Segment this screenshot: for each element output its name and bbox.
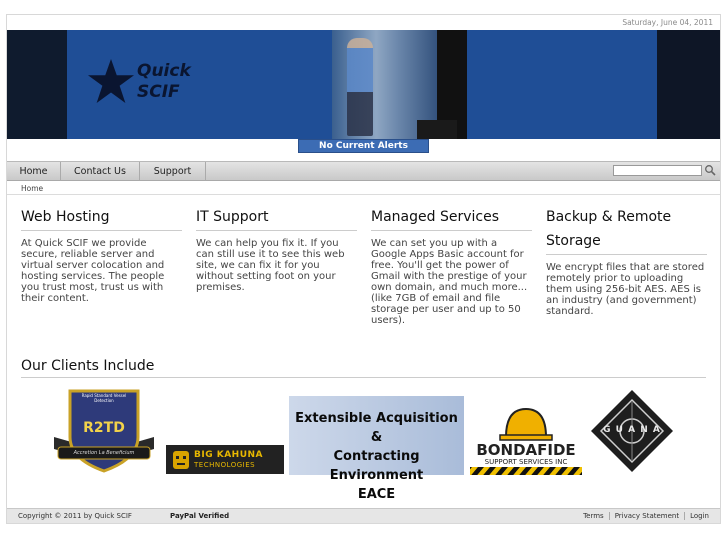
banner-cart <box>417 120 457 139</box>
section-web-hosting: Web Hosting At Quick SCIF we provide sec… <box>21 205 182 304</box>
breadcrumb-home[interactable]: Home <box>21 184 43 193</box>
section-it-support: IT Support We can help you fix it. If yo… <box>196 205 357 293</box>
kahuna-line2: TECHNOLOGIES <box>194 461 256 469</box>
kahuna-line1: BIG KAHUNA <box>194 450 264 460</box>
client-logo-big-kahuna[interactable]: BIG KAHUNA TECHNOLOGIES <box>166 445 284 474</box>
main-nav: Home Contact Us Support <box>7 161 720 181</box>
search-input[interactable] <box>613 165 702 176</box>
footer-link-privacy[interactable]: Privacy Statement <box>608 512 685 520</box>
client-logo-eace[interactable]: Extensible Acquisition & Contracting Env… <box>289 396 464 502</box>
current-date: Saturday, June 04, 2011 <box>622 18 713 27</box>
guana-letters: G U A N A <box>603 425 661 435</box>
section-managed-services: Managed Services We can set you up with … <box>371 205 532 326</box>
r2td-motto: Accretion La Beneficium <box>73 450 135 456</box>
copyright-text: Copyright © 2011 by Quick SCIF <box>18 512 132 520</box>
page-container: Saturday, June 04, 2011 Quick SCIF No Cu… <box>6 14 721 524</box>
site-footer: Copyright © 2011 by Quick SCIF PayPal Ve… <box>7 508 720 523</box>
banner-dark-right <box>657 30 720 139</box>
section-body: We encrypt files that are stored remotel… <box>546 262 705 317</box>
client-logo-r2td[interactable]: Rapid Standard Vessel Detection R2TD Acc… <box>52 387 156 475</box>
footer-link-terms[interactable]: Terms <box>578 512 609 520</box>
site-logo[interactable]: Quick SCIF <box>137 61 191 103</box>
section-body: We can help you fix it. If you can still… <box>196 238 345 293</box>
bondafide-name: BONDAFIDE <box>476 441 576 459</box>
section-body: We can set you up with a Google Apps Bas… <box>371 238 528 326</box>
eace-line3: EACE <box>357 487 396 502</box>
r2td-top-text: Rapid Standard Vessel Detection <box>81 393 127 403</box>
logo-line2: SCIF <box>137 82 180 102</box>
client-logo-guana[interactable]: G U A N A <box>589 388 675 474</box>
banner-person <box>347 38 373 136</box>
section-title: Managed Services <box>371 205 532 231</box>
magnifier-icon[interactable] <box>704 164 716 176</box>
alerts-banner[interactable]: No Current Alerts <box>298 139 429 153</box>
nav-home[interactable]: Home <box>7 162 61 181</box>
clients-heading: Our Clients Include <box>21 355 706 378</box>
footer-link-login[interactable]: Login <box>684 512 714 520</box>
eace-line1: Extensible Acquisition & <box>295 411 458 445</box>
banner-dark-left <box>7 30 67 139</box>
breadcrumb: Home <box>7 182 720 195</box>
section-title: Web Hosting <box>21 205 182 231</box>
nav-support[interactable]: Support <box>140 162 206 181</box>
star-icon[interactable] <box>87 58 135 104</box>
kahuna-mask-icon <box>173 451 189 469</box>
section-title: Backup & Remote Storage <box>546 205 707 255</box>
logo-line1: Quick <box>137 61 191 81</box>
paypal-verified-badge[interactable]: PayPal Verified <box>170 509 229 524</box>
section-backup-storage: Backup & Remote Storage We encrypt files… <box>546 205 707 317</box>
footer-links: Terms Privacy Statement Login <box>578 509 714 524</box>
header-banner: Quick SCIF <box>7 30 720 139</box>
section-title: IT Support <box>196 205 357 231</box>
section-body: At Quick SCIF we provide secure, reliabl… <box>21 238 165 304</box>
r2td-name: R2TD <box>83 420 125 436</box>
nav-contact-us[interactable]: Contact Us <box>61 162 140 181</box>
bondafide-sub: SUPPORT SERVICES INC <box>484 458 568 466</box>
eace-line2: Contracting Environment <box>329 449 424 483</box>
client-logo-bondafide[interactable]: BONDAFIDE SUPPORT SERVICES INC <box>470 405 582 475</box>
